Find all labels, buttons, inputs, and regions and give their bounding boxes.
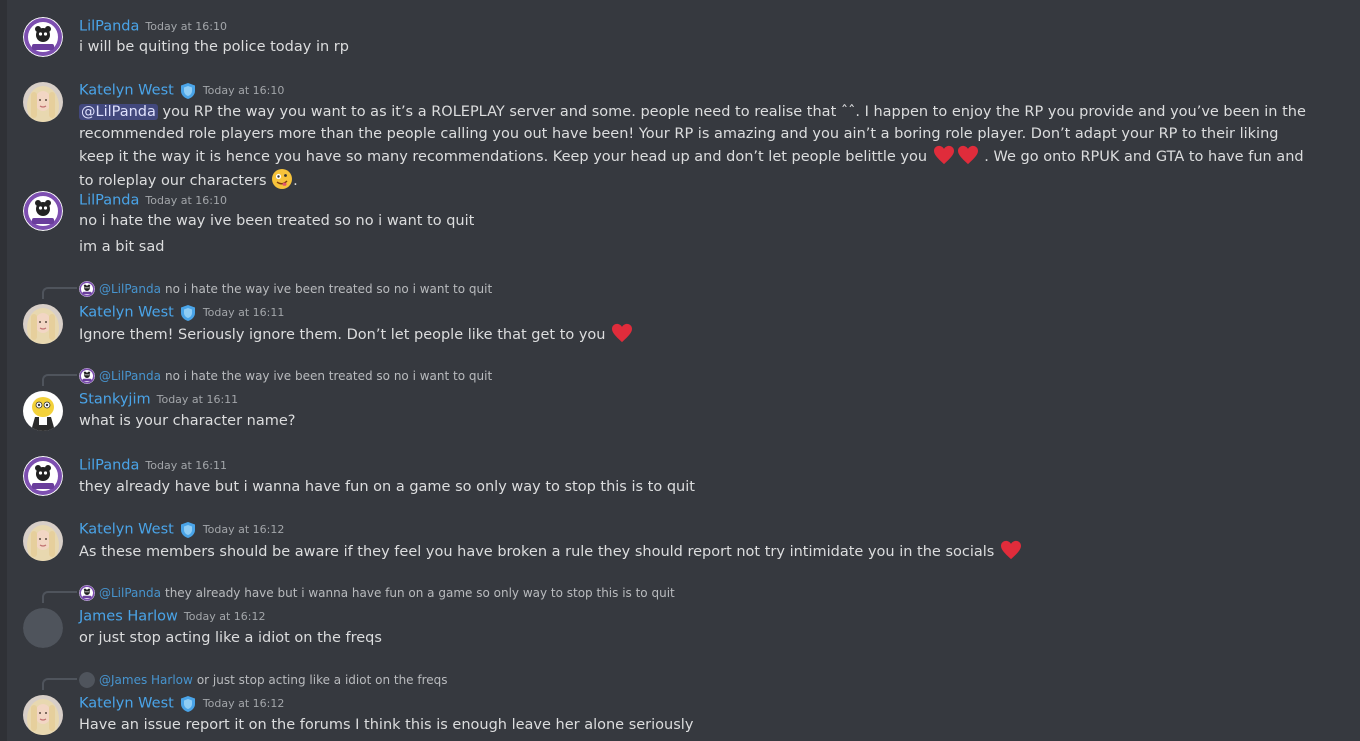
reply-spine — [42, 374, 77, 386]
reply-preview[interactable]: @James Harlow or just stop acting like a … — [79, 672, 448, 688]
lilpanda-avatar[interactable] — [23, 17, 63, 57]
timestamp: Today at 16:12 — [202, 523, 285, 536]
katelyn-avatar[interactable] — [23, 82, 63, 122]
panda-mini-avatar-icon — [79, 281, 95, 297]
james-harlow-avatar[interactable] — [23, 608, 63, 648]
reply-preview[interactable]: @LilPanda no i hate the way ive been trea… — [79, 368, 492, 384]
panda-mini-avatar-icon — [79, 368, 95, 384]
message-text: or just stop acting like a idiot on the … — [79, 630, 382, 646]
message-text-part: Ignore them! Seriously ignore them. Don’… — [79, 327, 606, 343]
message-text: As these members should be aware if they… — [79, 540, 1309, 563]
panda-avatar-icon — [23, 191, 63, 231]
lilpanda-avatar[interactable] — [23, 191, 63, 231]
message-header: Katelyn West Today at 16:10 — [79, 80, 284, 100]
message-text: what is your character name? — [79, 413, 296, 429]
timestamp: Today at 16:11 — [145, 459, 227, 472]
message-text: im a bit sad — [79, 239, 165, 255]
verified-shield-icon — [179, 521, 197, 539]
woman-avatar-icon — [23, 521, 63, 561]
verified-shield-icon — [179, 82, 197, 100]
reply-mention[interactable]: @LilPanda — [99, 282, 161, 296]
reply-text: or just stop acting like a idiot on the … — [196, 673, 448, 687]
timestamp: Today at 16:10 — [145, 194, 227, 207]
message-header: James Harlow Today at 16:12 — [79, 606, 265, 626]
katelyn-avatar[interactable] — [23, 695, 63, 735]
username[interactable]: Katelyn West — [79, 305, 174, 321]
message-text-part: . — [293, 173, 298, 189]
username[interactable]: James Harlow — [79, 609, 178, 625]
username[interactable]: LilPanda — [79, 458, 139, 474]
message-header: LilPanda Today at 16:10 — [79, 190, 227, 210]
verified-shield-icon — [179, 304, 197, 322]
stankyjim-avatar[interactable] — [23, 391, 63, 431]
timestamp: Today at 16:10 — [202, 84, 285, 97]
reply-text: no i hate the way ive been treated so no… — [164, 369, 493, 383]
mention-link[interactable]: @LilPanda — [79, 104, 158, 120]
heart-emoji-icon — [957, 145, 979, 165]
reply-mention[interactable]: @James Harlow — [99, 673, 193, 687]
reply-preview[interactable]: @LilPanda no i hate the way ive been trea… — [79, 281, 492, 297]
message-text-part: As these members should be aware if they… — [79, 544, 995, 560]
heart-emoji-icon — [611, 323, 633, 343]
username[interactable]: LilPanda — [79, 19, 139, 35]
grey-mini-avatar-icon — [79, 672, 95, 688]
verified-shield-icon — [179, 695, 197, 713]
reply-mention[interactable]: @LilPanda — [99, 586, 161, 600]
woman-avatar-icon — [23, 82, 63, 122]
username[interactable]: Katelyn West — [79, 696, 174, 712]
username[interactable]: Katelyn West — [79, 522, 174, 538]
message-header: LilPanda Today at 16:10 — [79, 16, 227, 36]
sidebar-edge — [0, 0, 7, 741]
woman-avatar-icon — [23, 695, 63, 735]
message-header: LilPanda Today at 16:11 — [79, 455, 227, 475]
message-header: Katelyn West Today at 16:12 — [79, 519, 284, 539]
woman-avatar-icon — [23, 304, 63, 344]
reply-text: they already have but i wanna have fun o… — [164, 586, 675, 600]
reply-spine — [42, 287, 77, 299]
reply-mention[interactable]: @LilPanda — [99, 369, 161, 383]
panda-mini-avatar-icon — [79, 585, 95, 601]
reply-text: no i hate the way ive been treated so no… — [164, 282, 493, 296]
timestamp: Today at 16:10 — [145, 20, 227, 33]
heart-emoji-icon — [933, 145, 955, 165]
chat-window: LilPanda Today at 16:10 i will be quiting… — [0, 0, 1360, 741]
cartoon-avatar-icon — [23, 391, 63, 431]
reply-spine — [42, 591, 77, 603]
zany-face-emoji-icon — [271, 168, 293, 190]
panda-avatar-icon — [23, 17, 63, 57]
timestamp: Today at 16:12 — [202, 697, 285, 710]
default-grey-avatar-icon — [23, 608, 63, 648]
message-text: Have an issue report it on the forums I … — [79, 717, 694, 733]
message-text: no i hate the way ive been treated so no… — [79, 213, 475, 229]
timestamp: Today at 16:12 — [183, 610, 266, 623]
reply-preview[interactable]: @LilPanda they already have but i wanna h… — [79, 585, 675, 601]
username[interactable]: Katelyn West — [79, 83, 174, 99]
message-text: they already have but i wanna have fun o… — [79, 479, 695, 495]
timestamp: Today at 16:11 — [202, 306, 285, 319]
katelyn-avatar[interactable] — [23, 304, 63, 344]
reply-spine — [42, 678, 77, 690]
lilpanda-avatar[interactable] — [23, 456, 63, 496]
message-header: Katelyn West Today at 16:11 — [79, 302, 284, 322]
username[interactable]: Stankyjim — [79, 392, 151, 408]
heart-emoji-icon — [1000, 540, 1022, 560]
message-header: Stankyjim Today at 16:11 — [79, 389, 238, 409]
username[interactable]: LilPanda — [79, 193, 139, 209]
message-header: Katelyn West Today at 16:12 — [79, 693, 284, 713]
message-text: Ignore them! Seriously ignore them. Don’… — [79, 323, 1309, 346]
katelyn-avatar[interactable] — [23, 521, 63, 561]
timestamp: Today at 16:11 — [156, 393, 239, 406]
message-text: i will be quiting the police today in rp — [79, 39, 349, 55]
message-text: @LilPanda you RP the way you want to as … — [79, 101, 1309, 192]
panda-avatar-icon — [23, 456, 63, 496]
